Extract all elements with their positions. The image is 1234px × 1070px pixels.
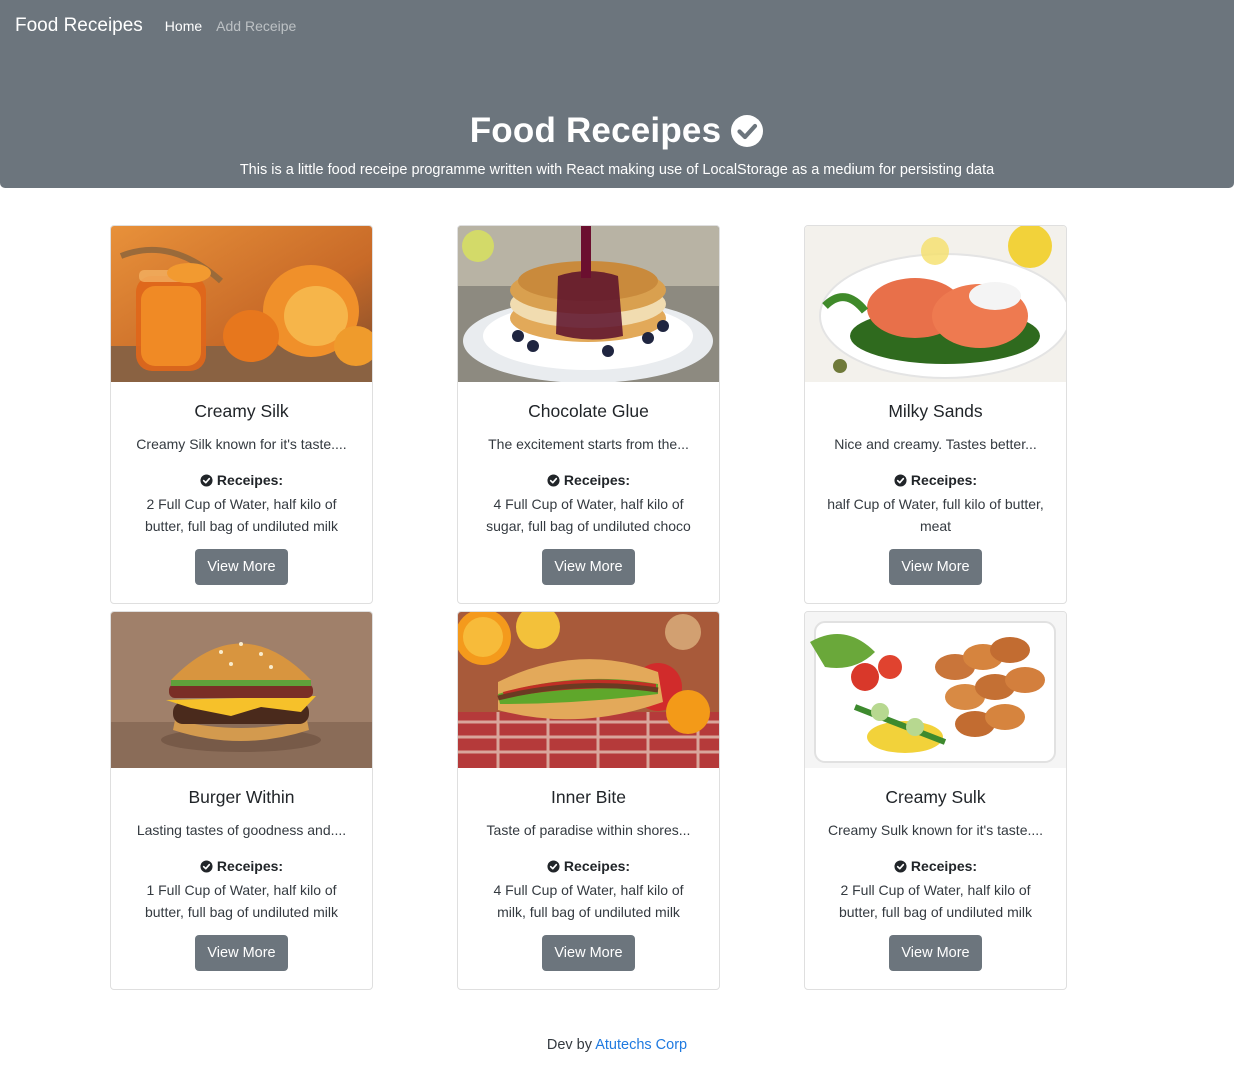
recipe-label: Receipes: bbox=[805, 472, 1066, 488]
check-circle-icon bbox=[200, 473, 213, 487]
card-description: The excitement starts from the... bbox=[488, 436, 689, 452]
check-circle-icon bbox=[547, 473, 560, 487]
cheeseburger-photo bbox=[111, 612, 372, 768]
nav-link-home[interactable]: Home bbox=[165, 18, 202, 34]
recipe-label-text: Receipes: bbox=[216, 858, 284, 874]
view-more-button[interactable]: View More bbox=[889, 549, 982, 585]
navbar: Food Receipes Home Add Receipe bbox=[0, 0, 1234, 52]
check-circle-icon bbox=[894, 859, 907, 873]
card-ingredients: 2 Full Cup of Water, half kilo of butter… bbox=[144, 496, 338, 534]
check-circle-icon bbox=[894, 473, 907, 487]
view-more-button[interactable]: View More bbox=[542, 935, 635, 971]
recipe-label-text: Receipes: bbox=[910, 472, 978, 488]
view-more-button[interactable]: View More bbox=[889, 935, 982, 971]
card-ingredients: 4 Full Cup of Water, half kilo of milk, … bbox=[493, 882, 684, 920]
card-ingredients: 2 Full Cup of Water, half kilo of butter… bbox=[838, 882, 1032, 920]
recipe-card: Chocolate Glue The excitement starts fro… bbox=[457, 225, 720, 604]
recipe-label-text: Receipes: bbox=[563, 472, 631, 488]
page-title: Food Receipes bbox=[469, 111, 722, 150]
recipe-card: Creamy Sulk Creamy Sulk known for it's t… bbox=[804, 611, 1067, 990]
recipe-label: Receipes: bbox=[805, 858, 1066, 874]
view-more-button[interactable]: View More bbox=[542, 549, 635, 585]
check-circle-icon bbox=[200, 859, 213, 873]
recipe-label-text: Receipes: bbox=[910, 858, 978, 874]
card-ingredients: half Cup of Water, full kilo of butter, … bbox=[827, 496, 1044, 534]
card-description: Creamy Sulk known for it's taste.... bbox=[827, 822, 1044, 838]
recipe-label: Receipes: bbox=[458, 472, 719, 488]
recipe-label-text: Receipes: bbox=[216, 472, 284, 488]
card-ingredients: 4 Full Cup of Water, half kilo of sugar,… bbox=[486, 496, 691, 534]
footer: Dev by Atutechs Corp bbox=[0, 1037, 1234, 1053]
recipe-card: Milky Sands Nice and creamy. Tastes bett… bbox=[804, 225, 1067, 604]
card-title: Creamy Silk bbox=[194, 401, 289, 421]
salmon-fillets-photo bbox=[805, 226, 1066, 382]
recipe-card: Creamy Silk Creamy Silk known for it's t… bbox=[110, 225, 373, 604]
check-circle-icon bbox=[547, 859, 560, 873]
card-description: Taste of paradise within shores... bbox=[486, 822, 691, 838]
recipe-label: Receipes: bbox=[458, 858, 719, 874]
nav-link-add-receipe[interactable]: Add Receipe bbox=[216, 18, 296, 34]
chicken-skewers-photo bbox=[805, 612, 1066, 768]
recipe-label: Receipes: bbox=[111, 472, 372, 488]
card-description: Nice and creamy. Tastes better... bbox=[834, 436, 1037, 452]
footer-prefix: Dev by bbox=[546, 1037, 592, 1053]
hero-jumbotron: Food Receipes This is a little food rece… bbox=[0, 52, 1234, 188]
recipe-card: Inner Bite Taste of paradise within shor… bbox=[457, 611, 720, 990]
navbar-brand[interactable]: Food Receipes bbox=[15, 15, 143, 37]
card-title: Milky Sands bbox=[888, 401, 983, 421]
check-circle-icon bbox=[731, 115, 764, 147]
card-title: Creamy Sulk bbox=[885, 787, 986, 807]
recipe-label-text: Receipes: bbox=[563, 858, 631, 874]
footer-author-link[interactable]: Atutechs Corp bbox=[595, 1037, 687, 1053]
card-title: Burger Within bbox=[188, 787, 295, 807]
hero-subtitle: This is a little food receipe programme … bbox=[239, 162, 995, 178]
pancakes-with-syrup-photo bbox=[458, 226, 719, 382]
view-more-button[interactable]: View More bbox=[195, 935, 288, 971]
recipe-label: Receipes: bbox=[111, 858, 372, 874]
card-description: Lasting tastes of goodness and.... bbox=[136, 822, 347, 838]
jam-and-oranges-photo bbox=[111, 226, 372, 382]
sandwich-and-fruit-photo bbox=[458, 612, 719, 768]
hero-title-row: Food Receipes bbox=[0, 111, 1234, 151]
recipe-card: Burger Within Lasting tastes of goodness… bbox=[110, 611, 373, 990]
card-ingredients: 1 Full Cup of Water, half kilo of butter… bbox=[144, 882, 338, 920]
view-more-button[interactable]: View More bbox=[195, 549, 288, 585]
card-description: Creamy Silk known for it's taste.... bbox=[136, 436, 347, 452]
card-title: Inner Bite bbox=[551, 787, 626, 807]
card-title: Chocolate Glue bbox=[528, 401, 649, 421]
